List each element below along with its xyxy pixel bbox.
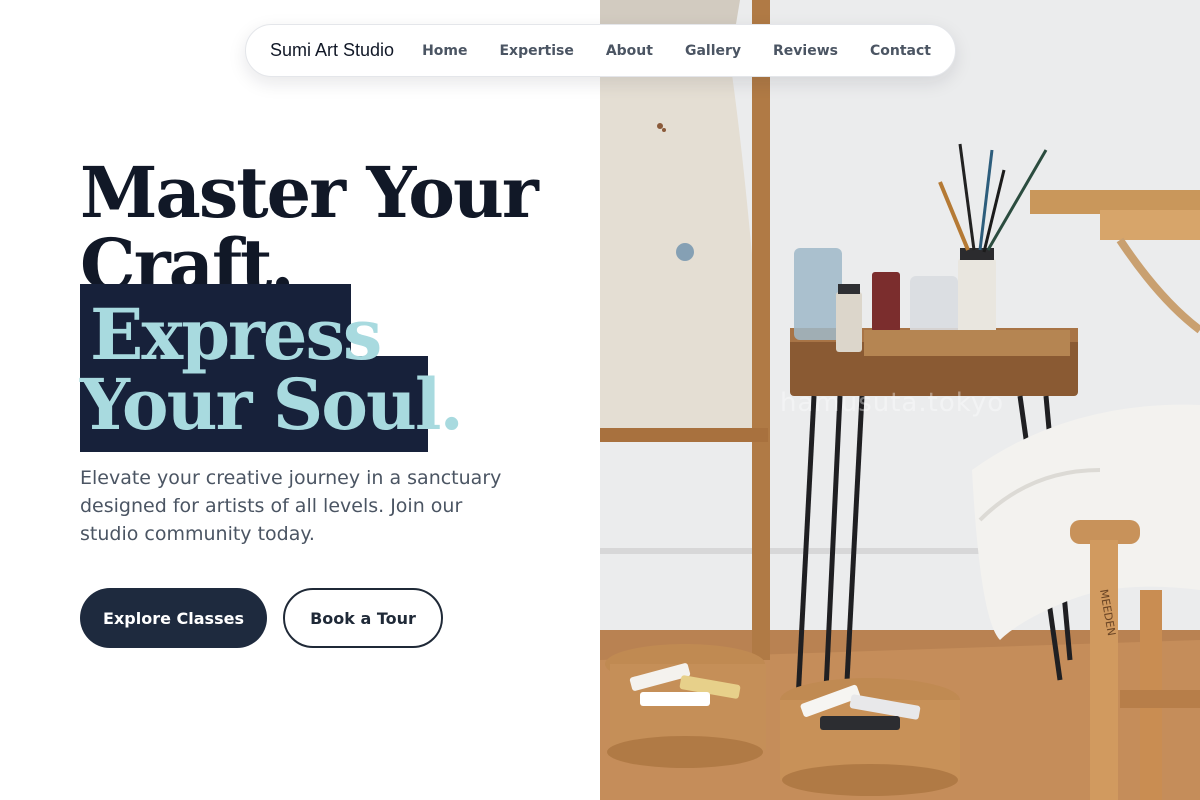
top-navigation: Sumi Art Studio Home Expertise About Gal…: [245, 24, 956, 77]
nav-link-about[interactable]: About: [606, 43, 653, 59]
nav-link-reviews[interactable]: Reviews: [773, 43, 838, 59]
hero-photo: MEEDEN hamusuta.tokyo: [600, 0, 1200, 800]
nav-link-contact[interactable]: Contact: [870, 43, 931, 59]
nav-links: Home Expertise About Gallery Reviews Con…: [422, 43, 931, 59]
hero-heading-line-4: Your Soul.: [80, 363, 464, 446]
photo-watermark: hamusuta.tokyo: [780, 388, 1005, 418]
nav-link-expertise[interactable]: Expertise: [499, 43, 573, 59]
explore-classes-button[interactable]: Explore Classes: [80, 588, 267, 648]
hero-heading-line-3: Express: [90, 293, 382, 376]
nav-link-home[interactable]: Home: [422, 43, 467, 59]
nav-link-gallery[interactable]: Gallery: [685, 43, 741, 59]
brand-logo-text[interactable]: Sumi Art Studio: [270, 40, 394, 61]
hero-description: Elevate your creative journey in a sanct…: [80, 467, 502, 545]
hero-heading-line-1: Master Your: [80, 151, 539, 234]
book-tour-button[interactable]: Book a Tour: [283, 588, 443, 648]
